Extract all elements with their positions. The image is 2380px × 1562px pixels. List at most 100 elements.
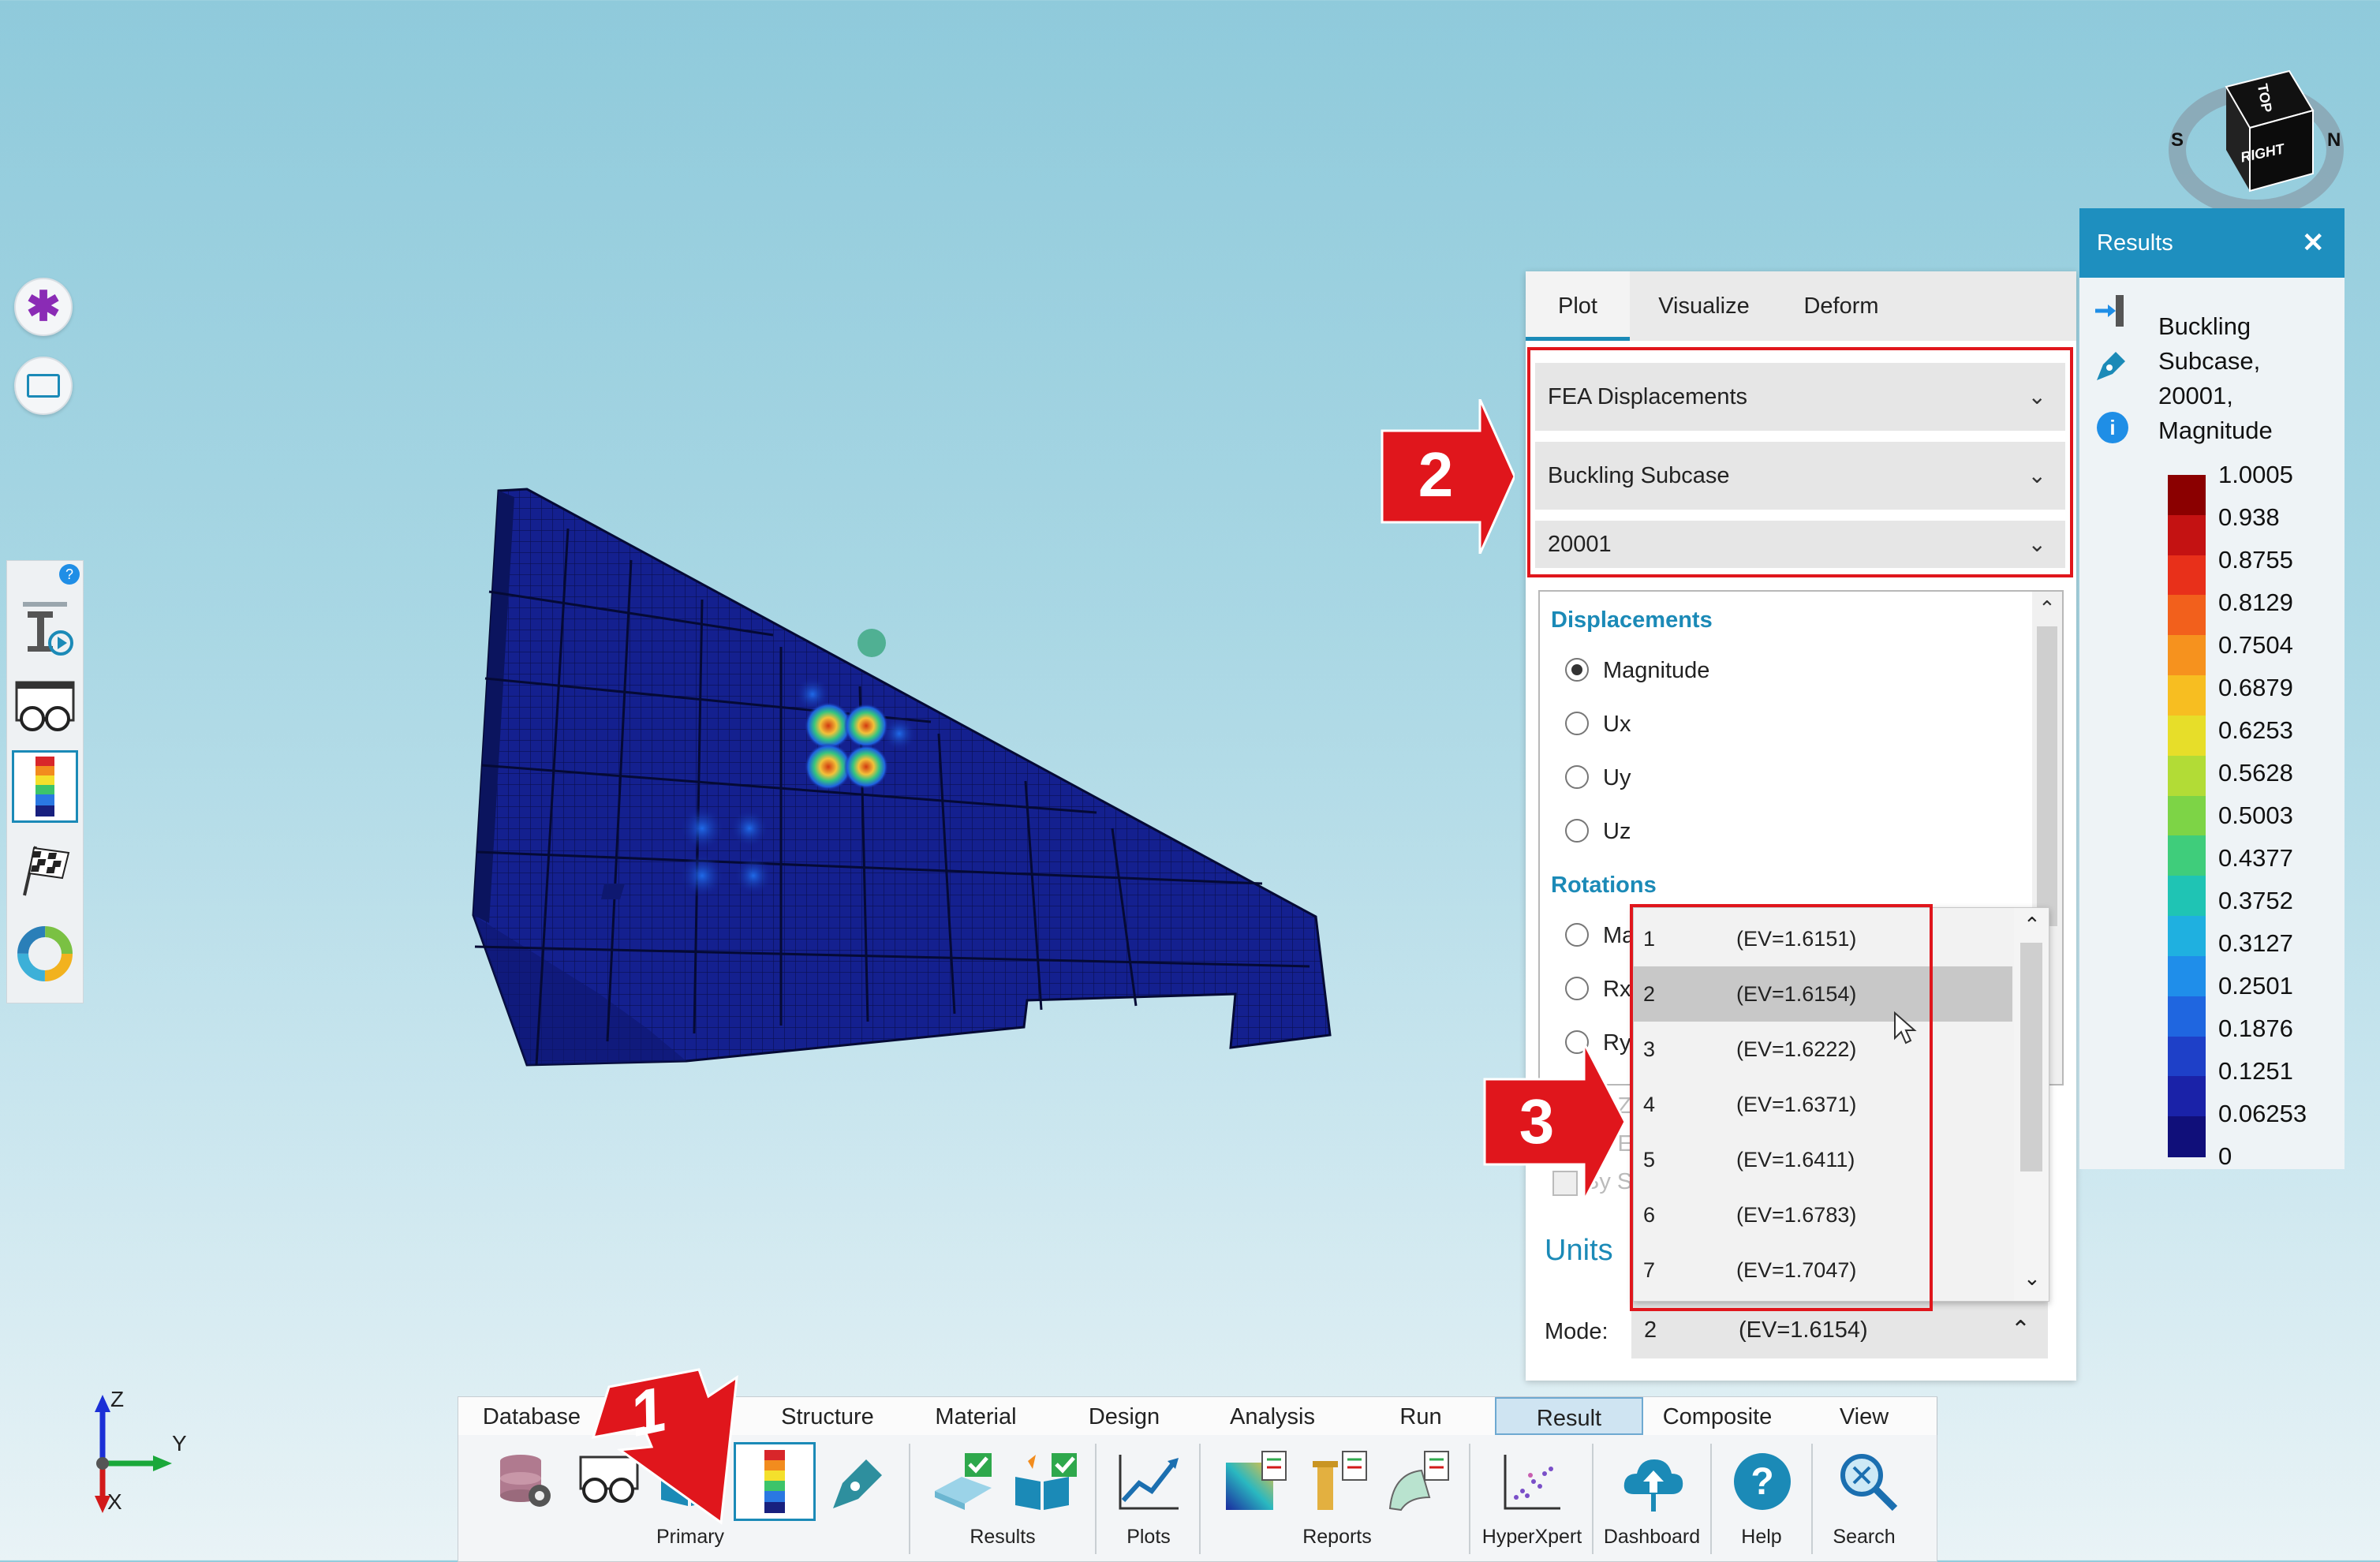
radio-rx[interactable]: [1565, 977, 1589, 1000]
legend-color-band: [2168, 795, 2206, 837]
color-wheel-button[interactable]: [12, 917, 78, 990]
label-uy: Uy: [1603, 765, 1631, 790]
callout-3-highlight: [1630, 904, 1933, 1311]
legend-value-label: 0: [2218, 1142, 2232, 1170]
import-results-icon[interactable]: [2094, 293, 2128, 328]
ribbon-tab-material[interactable]: Material: [902, 1397, 1051, 1435]
ribbon-tab-analysis[interactable]: Analysis: [1198, 1397, 1347, 1435]
legend-color-band: [2168, 1076, 2206, 1118]
legend-value-label: 0.4377: [2218, 844, 2293, 872]
dashboard-button[interactable]: [1612, 1442, 1694, 1521]
scroll-up-icon[interactable]: ⌃: [2023, 913, 2041, 937]
contour-report-icon: [1226, 1451, 1287, 1510]
plots-button[interactable]: [1108, 1442, 1190, 1521]
fea-model-viewport[interactable]: [442, 442, 1388, 1073]
scatter-plot-icon: [1504, 1455, 1560, 1510]
scroll-thumb[interactable]: [2020, 943, 2042, 1172]
plate-check-icon: [935, 1453, 992, 1510]
help-button[interactable]: ?: [1721, 1442, 1803, 1521]
ribbon-tab-structure[interactable]: Structure: [753, 1397, 902, 1435]
contour-legend-button[interactable]: [12, 750, 78, 823]
group-label-hyperxpert: HyperXpert: [1481, 1526, 1582, 1548]
report-contour-button[interactable]: [1215, 1442, 1297, 1521]
load-id-dropdown[interactable]: 20001 ⌄: [1535, 521, 2065, 568]
info-icon[interactable]: i: [2097, 412, 2128, 443]
report-column-button[interactable]: [1295, 1442, 1377, 1521]
label-uz: Uz: [1603, 819, 1631, 844]
subcase-value: Buckling Subcase: [1548, 463, 1730, 488]
ribbon-tab-result[interactable]: Result: [1495, 1397, 1643, 1435]
legend-color-band: [2168, 876, 2206, 917]
svg-text:?: ?: [1750, 1461, 1773, 1503]
radio-ux[interactable]: [1565, 712, 1589, 735]
legend-value-label: 0.6253: [2218, 716, 2293, 744]
units-header: Units: [1545, 1234, 1613, 1267]
scroll-down-icon[interactable]: ⌄: [2023, 1266, 2041, 1291]
label-ux: Ux: [1603, 712, 1631, 737]
text-tool-icon: [23, 602, 73, 656]
ribbon-tab-view[interactable]: View: [1792, 1397, 1937, 1435]
group-label-results: Results: [970, 1526, 1036, 1548]
rectangle-icon: [27, 374, 60, 398]
contour-ribbon-button[interactable]: [734, 1442, 816, 1521]
pen-icon: [833, 1459, 882, 1508]
chevron-down-icon: ⌄: [2027, 384, 2046, 409]
radio-uz[interactable]: [1565, 819, 1589, 843]
pen-icon[interactable]: [2092, 347, 2130, 385]
view-cube[interactable]: TOP RIGHT S N: [2161, 55, 2351, 217]
ribbon-tab-database[interactable]: Database: [458, 1397, 606, 1435]
scroll-up-icon[interactable]: ⌃: [2038, 596, 2056, 621]
radio-magnitude[interactable]: [1565, 658, 1589, 682]
legend-color-band: [2168, 635, 2206, 677]
results-desc-line: Subcase,: [2158, 347, 2261, 375]
close-icon[interactable]: ✕: [2302, 208, 2325, 278]
text-annotation-button[interactable]: [12, 592, 78, 665]
database-settings-button[interactable]: [484, 1442, 566, 1521]
mouse-cursor-icon: [1894, 1011, 1917, 1044]
mode-select-number: 2: [1644, 1317, 1657, 1343]
glasses-icon: [15, 681, 75, 731]
group-label-reports: Reports: [1302, 1526, 1372, 1548]
asterisk-tool-button[interactable]: ✱: [14, 278, 73, 336]
legend-value-label: 0.2501: [2218, 972, 2293, 1000]
legend-color-band: [2168, 475, 2206, 516]
legend-value-label: 0.06253: [2218, 1100, 2307, 1127]
legend-color-band: [2168, 595, 2206, 637]
legend-value-label: 0.6879: [2218, 674, 2293, 701]
result-check-button[interactable]: [923, 1442, 1005, 1521]
ribbon-tab-run[interactable]: Run: [1347, 1397, 1496, 1435]
asterisk-icon: ✱: [26, 284, 61, 330]
scroll-thumb[interactable]: [2037, 626, 2057, 926]
cloud-upload-icon: [1623, 1459, 1683, 1512]
tab-plot[interactable]: Plot: [1526, 271, 1630, 341]
report-shell-button[interactable]: [1377, 1442, 1459, 1521]
help-badge-icon[interactable]: ?: [59, 564, 80, 585]
legend-value-label: 1.0005: [2218, 461, 2293, 488]
mode-list-scrollbar[interactable]: ⌃ ⌄: [2014, 908, 2049, 1301]
checkered-flag-button[interactable]: [12, 834, 78, 906]
box-select-button[interactable]: [14, 357, 73, 415]
legend-value-label: 0.3127: [2218, 929, 2293, 957]
group-label-search: Search: [1833, 1526, 1896, 1548]
view-glasses-button[interactable]: [12, 671, 78, 744]
tab-deform[interactable]: Deform: [1778, 271, 1904, 341]
ribbon-tab-design[interactable]: Design: [1050, 1397, 1199, 1435]
result-book-check-button[interactable]: [1005, 1442, 1087, 1521]
tab-visualize[interactable]: Visualize: [1636, 271, 1772, 341]
contour-color-bar-icon: [35, 757, 54, 816]
results-desc-line: Magnitude: [2158, 417, 2273, 444]
radio-uy[interactable]: [1565, 765, 1589, 789]
radio-rotation-magnitude[interactable]: [1565, 923, 1589, 947]
chevron-up-icon: ⌃: [2010, 1317, 2031, 1343]
ribbon-tab-composite[interactable]: Composite: [1643, 1397, 1792, 1435]
axis-y-label: Y: [172, 1431, 187, 1456]
subcase-dropdown[interactable]: Buckling Subcase ⌄: [1535, 442, 2065, 510]
displacements-header: Displacements: [1551, 607, 1713, 633]
pen-ribbon-button[interactable]: [817, 1442, 899, 1521]
column-report-icon: [1313, 1451, 1367, 1510]
result-type-dropdown[interactable]: FEA Displacements ⌄: [1535, 363, 2065, 431]
compass-south-label: S: [2171, 129, 2184, 151]
hyperxpert-button[interactable]: [1491, 1442, 1573, 1521]
search-button[interactable]: [1827, 1442, 1909, 1521]
ribbon-separator: [909, 1444, 910, 1554]
